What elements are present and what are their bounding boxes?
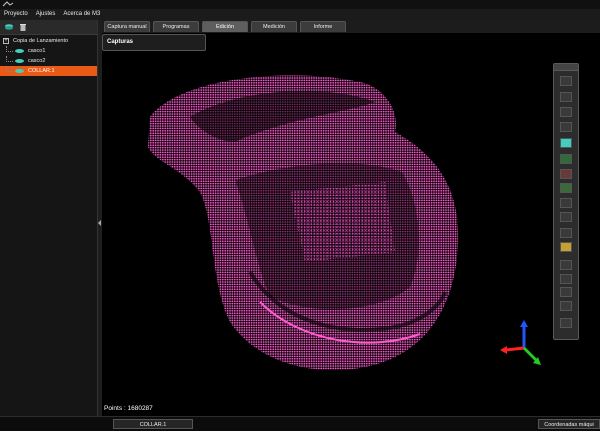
tab-edicion[interactable]: Edición [202, 21, 248, 32]
align-button[interactable] [560, 287, 572, 297]
lasso-button[interactable] [560, 107, 572, 117]
trash-icon [19, 23, 26, 31]
toolbar-header [554, 64, 578, 71]
point-cloud-icon [15, 49, 24, 53]
object-tree: + Copia de Lanzamiento casco1 casco2 COL… [0, 35, 97, 76]
tree-item-casco1[interactable]: casco1 [0, 46, 97, 56]
tree-item-casco2[interactable]: casco2 [0, 56, 97, 66]
add-object-button[interactable] [3, 22, 14, 32]
points-count: Points : 1680287 [104, 405, 153, 412]
menu-bar: Proyecto Ajustes Acerca de M3 [0, 9, 600, 20]
tree-item-copia[interactable]: + Copia de Lanzamiento [0, 36, 97, 46]
status-bar: COLLAR.1 Coordenadas máqui [0, 416, 600, 431]
point-cloud-scan [148, 75, 459, 371]
delete-button[interactable] [17, 22, 28, 32]
app-logo-icon [2, 1, 14, 7]
collapse-arrow-icon[interactable] [98, 220, 101, 226]
settings-button[interactable] [560, 318, 572, 328]
view-front-button[interactable] [560, 138, 572, 148]
coordinate-system-status[interactable]: Coordenadas máqui [538, 419, 600, 429]
tree-item-label: casco1 [28, 48, 46, 54]
axis-triad [500, 320, 541, 365]
tree-item-label: Copia de Lanzamiento [13, 38, 69, 44]
color-map-button[interactable] [560, 242, 572, 252]
measure-button[interactable] [560, 274, 572, 284]
tree-connector [6, 46, 13, 52]
select-ellipse-button[interactable] [560, 76, 572, 86]
tab-informe[interactable]: Informe [300, 21, 346, 32]
tree-item-collar[interactable]: COLLAR.1 [0, 66, 97, 76]
zoom-button[interactable] [560, 212, 572, 222]
capturas-panel[interactable]: Capturas [102, 34, 206, 51]
mesh-button[interactable] [560, 301, 572, 311]
menu-acerca[interactable]: Acerca de M3 [59, 9, 104, 20]
project-toolbar [0, 20, 97, 35]
tab-captura-manual[interactable]: Captura manual [104, 21, 150, 32]
layers-icon [4, 24, 13, 30]
select-rect-button[interactable] [560, 92, 572, 102]
tree-connector [6, 66, 13, 72]
capturas-title: Capturas [107, 39, 134, 45]
tree-item-label: COLLAR.1 [28, 68, 55, 74]
tree-item-label: casco2 [28, 58, 46, 64]
view-top-button[interactable] [560, 169, 572, 179]
tree-connector [6, 56, 13, 62]
active-object-status: COLLAR.1 [113, 419, 193, 429]
project-panel: + Copia de Lanzamiento casco1 casco2 COL… [0, 20, 97, 416]
section-button[interactable] [560, 260, 572, 270]
view-toolbar [553, 63, 579, 340]
tab-programas[interactable]: Programas [153, 21, 199, 32]
point-cloud-icon [15, 69, 24, 73]
eraser-button[interactable] [560, 122, 572, 132]
fit-view-button[interactable] [560, 198, 572, 208]
view-iso-button[interactable] [560, 183, 572, 193]
main-tabs: Captura manual Programas Edición Medició… [102, 20, 600, 33]
tab-medicion[interactable]: Medición [251, 21, 297, 32]
point-cloud-icon [15, 59, 24, 63]
menu-proyecto[interactable]: Proyecto [0, 9, 32, 20]
menu-ajustes[interactable]: Ajustes [32, 9, 60, 20]
expand-icon[interactable]: + [3, 38, 9, 44]
camera-button[interactable] [560, 228, 572, 238]
view-side-button[interactable] [560, 154, 572, 164]
